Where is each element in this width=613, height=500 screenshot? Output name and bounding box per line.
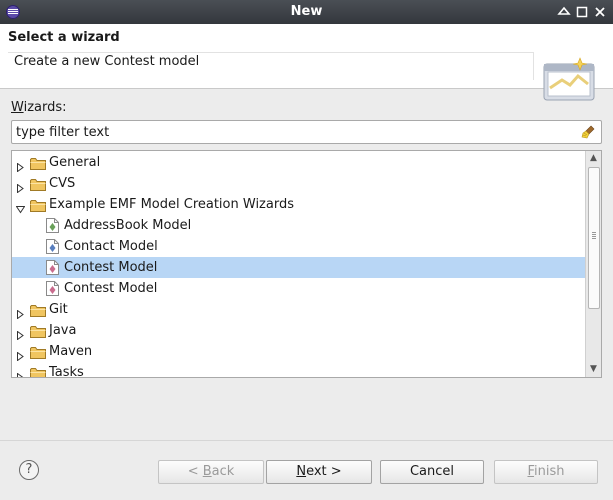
tree-item-label: Maven <box>49 344 93 359</box>
scroll-down-icon[interactable]: ▼ <box>586 362 601 377</box>
page-title: Select a wizard <box>8 30 120 45</box>
tree-item-label: Git <box>49 302 68 317</box>
page-description: Create a new Contest model <box>8 52 534 80</box>
tree-folder-git[interactable]: Git <box>12 299 586 320</box>
filter-input[interactable] <box>16 123 566 141</box>
wizard-tree[interactable]: General CVS Example EMF Model Creation Wiz… <box>11 150 602 378</box>
model-file-icon <box>46 260 59 275</box>
expanded-twisty-icon[interactable] <box>15 200 26 214</box>
tree-item-label: Contact Model <box>64 239 158 254</box>
tree-item-contact-model[interactable]: Contact Model <box>12 236 586 257</box>
tree-item-contest-model-2[interactable]: Contest Model <box>12 278 586 299</box>
model-file-icon <box>46 239 59 254</box>
tree-item-contest-model[interactable]: Contest Model <box>12 257 586 278</box>
collapsed-twisty-icon[interactable] <box>16 326 24 341</box>
folder-icon <box>30 345 46 359</box>
clear-filter-icon[interactable] <box>581 124 597 140</box>
folder-icon <box>30 366 46 377</box>
footer-separator <box>0 440 613 441</box>
tree-folder-java[interactable]: Java <box>12 320 586 341</box>
collapsed-twisty-icon[interactable] <box>16 347 24 362</box>
tree-folder-tasks[interactable]: Tasks <box>12 362 586 378</box>
folder-open-icon <box>30 198 46 212</box>
tree-item-label: CVS <box>49 176 76 191</box>
back-button[interactable]: < Back <box>158 460 264 484</box>
model-file-icon <box>46 218 59 233</box>
tree-item-label: Contest Model <box>64 260 158 275</box>
tree-vertical-scrollbar[interactable]: ▲ ▼ <box>585 151 601 377</box>
wizards-label: Wizards: <box>11 100 67 115</box>
collapsed-twisty-icon[interactable] <box>16 179 24 194</box>
tree-item-label: AddressBook Model <box>64 218 192 233</box>
tree-item-label: Example EMF Model Creation Wizards <box>49 197 294 212</box>
scroll-up-icon[interactable]: ▲ <box>586 151 601 166</box>
tree-rows: General CVS Example EMF Model Creation Wiz… <box>12 152 586 378</box>
folder-icon <box>30 177 46 191</box>
folder-icon <box>30 156 46 170</box>
tree-folder-general[interactable]: General <box>12 152 586 173</box>
model-file-icon <box>46 281 59 296</box>
scrollbar-thumb[interactable] <box>588 167 600 309</box>
close-icon[interactable] <box>592 4 608 20</box>
tree-item-addressbook-model[interactable]: AddressBook Model <box>12 215 586 236</box>
tree-item-label: Java <box>49 323 77 338</box>
help-icon[interactable]: ? <box>19 460 39 480</box>
tree-item-label: Tasks <box>49 365 84 378</box>
wizard-banner-icon <box>543 57 595 101</box>
next-button[interactable]: Next > <box>266 460 372 484</box>
folder-icon <box>30 303 46 317</box>
collapsed-twisty-icon[interactable] <box>16 158 24 173</box>
title-bar: New <box>0 0 613 24</box>
finish-button[interactable]: Finish <box>494 460 598 484</box>
tree-item-label: Contest Model <box>64 281 158 296</box>
window-title: New <box>290 4 323 19</box>
tree-folder-cvs[interactable]: CVS <box>12 173 586 194</box>
tree-folder-maven[interactable]: Maven <box>12 341 586 362</box>
wizard-header: Select a wizard Create a new Contest mod… <box>0 24 613 101</box>
folder-icon <box>30 324 46 338</box>
tree-item-label: General <box>49 155 101 170</box>
tree-folder-example-emf[interactable]: Example EMF Model Creation Wizards <box>12 194 586 215</box>
collapsed-twisty-icon[interactable] <box>16 305 24 320</box>
cancel-button[interactable]: Cancel <box>380 460 484 484</box>
collapsed-twisty-icon[interactable] <box>16 368 24 377</box>
maximize-icon[interactable] <box>574 4 590 20</box>
filter-field[interactable] <box>11 120 602 144</box>
minimize-icon[interactable] <box>556 4 572 20</box>
